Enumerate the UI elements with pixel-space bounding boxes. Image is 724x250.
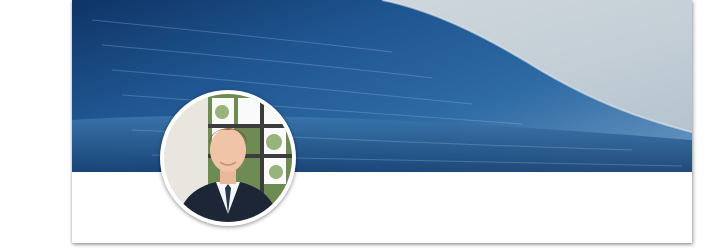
profile-card <box>72 0 692 243</box>
avatar[interactable] <box>164 94 292 222</box>
profile-photo <box>164 94 292 222</box>
